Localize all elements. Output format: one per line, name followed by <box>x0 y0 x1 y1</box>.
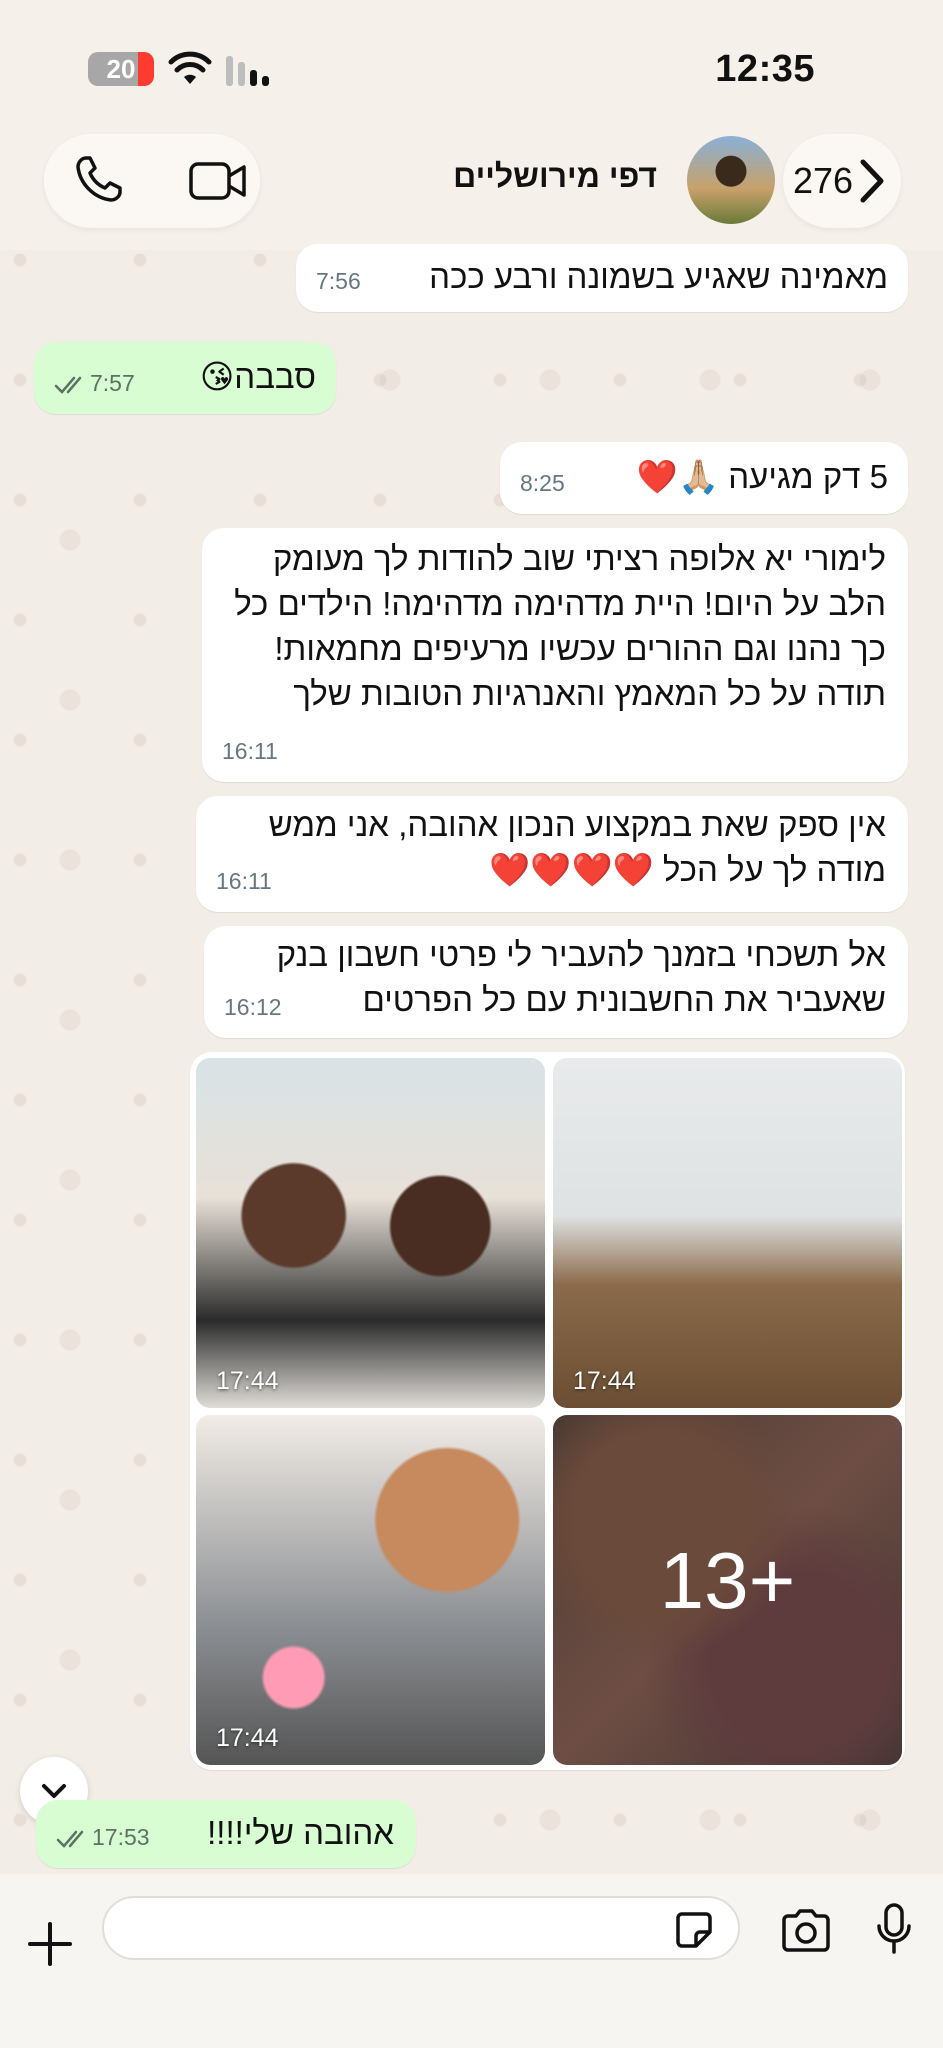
battery-level: 20 <box>106 54 136 84</box>
battery-icon: 20 <box>88 52 154 86</box>
photo-tile[interactable]: 17:44 <box>553 1058 902 1408</box>
unread-count: 276 <box>793 160 854 201</box>
message-time: 16:11 <box>222 738 278 764</box>
message-time: 16:12 <box>224 994 282 1020</box>
double-check-icon <box>56 1830 84 1848</box>
photo-time: 17:44 <box>216 1367 279 1395</box>
chevron-right-icon <box>860 159 884 203</box>
message-text: אל תשכחי בזמנך להעביר לי פרטי חשבון בנק … <box>276 936 886 1018</box>
photo-album[interactable]: 17:44 17:44 17:44 13+ <box>190 1052 905 1770</box>
more-photos-tile[interactable]: 13+ <box>553 1415 902 1765</box>
message-time: 7:57 <box>90 370 135 396</box>
message-time: 16:11 <box>216 868 272 894</box>
message-text: 5 דק מגיעה 🙏🏼❤️ <box>636 458 888 495</box>
camera-icon[interactable] <box>780 1908 832 1952</box>
input-bar <box>0 1874 943 2048</box>
clock: 12:35 <box>715 48 815 90</box>
signal-icon <box>226 52 269 86</box>
message-meta: 7:57 <box>54 361 135 406</box>
more-photos-count: 13+ <box>659 1536 796 1625</box>
message-bubble[interactable]: לימורי יא אלופה רציתי שוב להודות לך מעומ… <box>202 528 908 782</box>
message-bubble[interactable]: סבבה😘 7:57 <box>34 342 336 414</box>
photo-tile[interactable]: 17:44 <box>196 1058 545 1408</box>
message-input[interactable] <box>102 1896 740 1960</box>
wifi-icon <box>168 51 212 84</box>
photo-tile[interactable]: 17:44 <box>196 1415 545 1765</box>
message-bubble[interactable]: אל תשכחי בזמנך להעביר לי פרטי חשבון בנק … <box>204 926 908 1038</box>
back-button[interactable]: 276 <box>783 134 901 228</box>
message-text: לימורי יא אלופה רציתי שוב להודות לך מעומ… <box>234 540 886 712</box>
chat-header: דפי מירושליים 276 <box>0 120 943 250</box>
message-time: 17:53 <box>92 1824 150 1850</box>
photo-time: 17:44 <box>573 1367 636 1395</box>
message-bubble[interactable]: אין ספק שאת במקצוע הנכון אהובה, אני ממש … <box>196 796 908 912</box>
message-bubble[interactable]: מאמינה שאגיע בשמונה ורבע ככה 7:56 <box>296 244 908 312</box>
message-text: אהובה שלי!!!! <box>207 1814 394 1851</box>
contact-name[interactable]: דפי מירושליים <box>453 158 657 195</box>
message-meta: 17:53 <box>56 1815 150 1860</box>
message-time: 8:25 <box>520 470 565 496</box>
microphone-icon[interactable] <box>876 1902 912 1956</box>
phone-icon[interactable] <box>68 150 128 210</box>
call-actions <box>44 134 260 228</box>
message-bubble[interactable]: 5 דק מגיעה 🙏🏼❤️ 8:25 <box>500 442 908 514</box>
double-check-icon <box>54 376 82 394</box>
message-text: אין ספק שאת במקצוע הנכון אהובה, אני ממש … <box>268 806 886 888</box>
message-text: סבבה😘 <box>199 358 316 395</box>
plus-icon[interactable] <box>26 1920 74 1968</box>
message-text: מאמינה שאגיע בשמונה ורבע ככה <box>429 258 888 295</box>
sticker-icon[interactable] <box>674 1910 714 1950</box>
photo-time: 17:44 <box>216 1724 279 1752</box>
message-bubble[interactable]: אהובה שלי!!!! 17:53 <box>36 1800 416 1868</box>
video-call-icon[interactable] <box>188 156 248 206</box>
status-bar: 20 12:35 <box>0 0 943 120</box>
message-time: 7:56 <box>316 268 361 294</box>
avatar[interactable] <box>687 136 775 224</box>
